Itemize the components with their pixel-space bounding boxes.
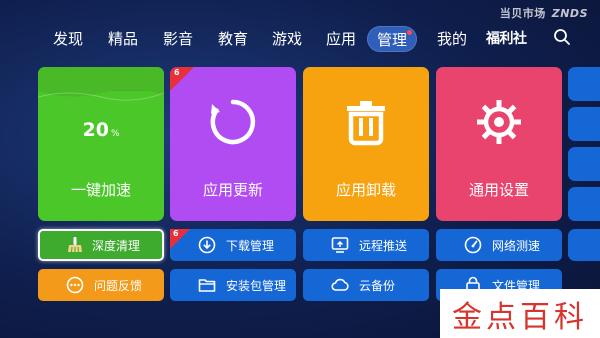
nav-item-games[interactable]: 游戏: [272, 26, 302, 52]
brand-znds: ZNDS: [551, 7, 588, 20]
speedup-label: 一键加速: [70, 181, 131, 199]
nav-item-apps[interactable]: 应用: [326, 26, 356, 52]
remote-push-label: 远程推送: [359, 239, 408, 253]
nav-item-manage[interactable]: 管理: [367, 26, 418, 52]
watermark-text: 金点百科: [452, 299, 588, 335]
deep-clean-label: 深度清理: [92, 239, 141, 253]
edge-button-4[interactable]: [568, 187, 600, 221]
speed-percent: 20%: [38, 119, 164, 141]
app-uninstall-tile[interactable]: 应用卸载: [303, 67, 429, 221]
feedback-button[interactable]: 问题反馈: [38, 269, 164, 301]
nav-item-manage-label: 管理: [377, 31, 408, 49]
notification-dot: [407, 30, 413, 35]
speed-percent-unit: %: [110, 129, 120, 139]
download-manager-button[interactable]: 6 下载管理: [170, 229, 296, 261]
refresh-icon: [210, 99, 256, 145]
edge-button-1[interactable]: [568, 67, 600, 101]
brand-logo: 当贝市场 ZNDS: [500, 5, 588, 21]
feedback-label: 问题反馈: [94, 279, 143, 293]
app-update-label: 应用更新: [202, 181, 263, 199]
download-manager-label: 下载管理: [226, 239, 275, 253]
download-badge-count: 6: [173, 229, 179, 238]
deep-clean-button[interactable]: 深度清理: [38, 229, 164, 261]
speed-percent-value: 20: [82, 119, 109, 141]
download-icon: [198, 236, 216, 254]
nav-item-featured[interactable]: 精品: [108, 26, 138, 52]
edge-button-5[interactable]: [568, 229, 600, 261]
brand-name: 当贝市场: [499, 7, 546, 20]
cloud-backup-label: 云备份: [359, 279, 396, 293]
nav-item-welfare[interactable]: 福利社: [486, 26, 527, 52]
cloud-backup-button[interactable]: 云备份: [303, 269, 429, 301]
nav-item-media[interactable]: 影音: [163, 26, 193, 52]
package-manager-button[interactable]: 安装包管理: [170, 269, 296, 301]
edge-button-2[interactable]: [568, 107, 600, 141]
nav-item-discover[interactable]: 发现: [53, 26, 83, 52]
network-test-button[interactable]: 网络测速: [436, 229, 562, 261]
watermark: 金点百科: [440, 289, 600, 338]
nav-item-education[interactable]: 教育: [218, 26, 248, 52]
general-settings-tile[interactable]: 通用设置: [436, 67, 562, 221]
folder-icon: [198, 279, 216, 292]
app-update-tile[interactable]: 6 应用更新: [170, 67, 296, 221]
speedup-tile[interactable]: 20% 一键加速: [38, 67, 164, 221]
top-nav: 发现 精品 影音 教育 游戏 应用 管理 我的 福利社: [0, 26, 600, 52]
monitor-upload-icon: [331, 237, 349, 253]
package-manager-label: 安装包管理: [226, 279, 287, 293]
search-icon[interactable]: [553, 28, 571, 46]
broom-icon: [68, 237, 82, 253]
speedometer-icon: [464, 236, 482, 254]
gear-icon: [477, 100, 521, 144]
remote-push-button[interactable]: 远程推送: [303, 229, 429, 261]
cloud-icon: [331, 278, 349, 291]
trash-icon: [347, 101, 385, 146]
update-badge-count: 6: [174, 68, 180, 77]
network-test-label: 网络测速: [492, 239, 541, 253]
app-uninstall-label: 应用卸载: [335, 181, 396, 199]
general-settings-label: 通用设置: [468, 181, 529, 199]
edge-button-3[interactable]: [568, 147, 600, 181]
nav-item-mine[interactable]: 我的: [437, 26, 467, 52]
ellipsis-circle-icon: [66, 276, 84, 294]
